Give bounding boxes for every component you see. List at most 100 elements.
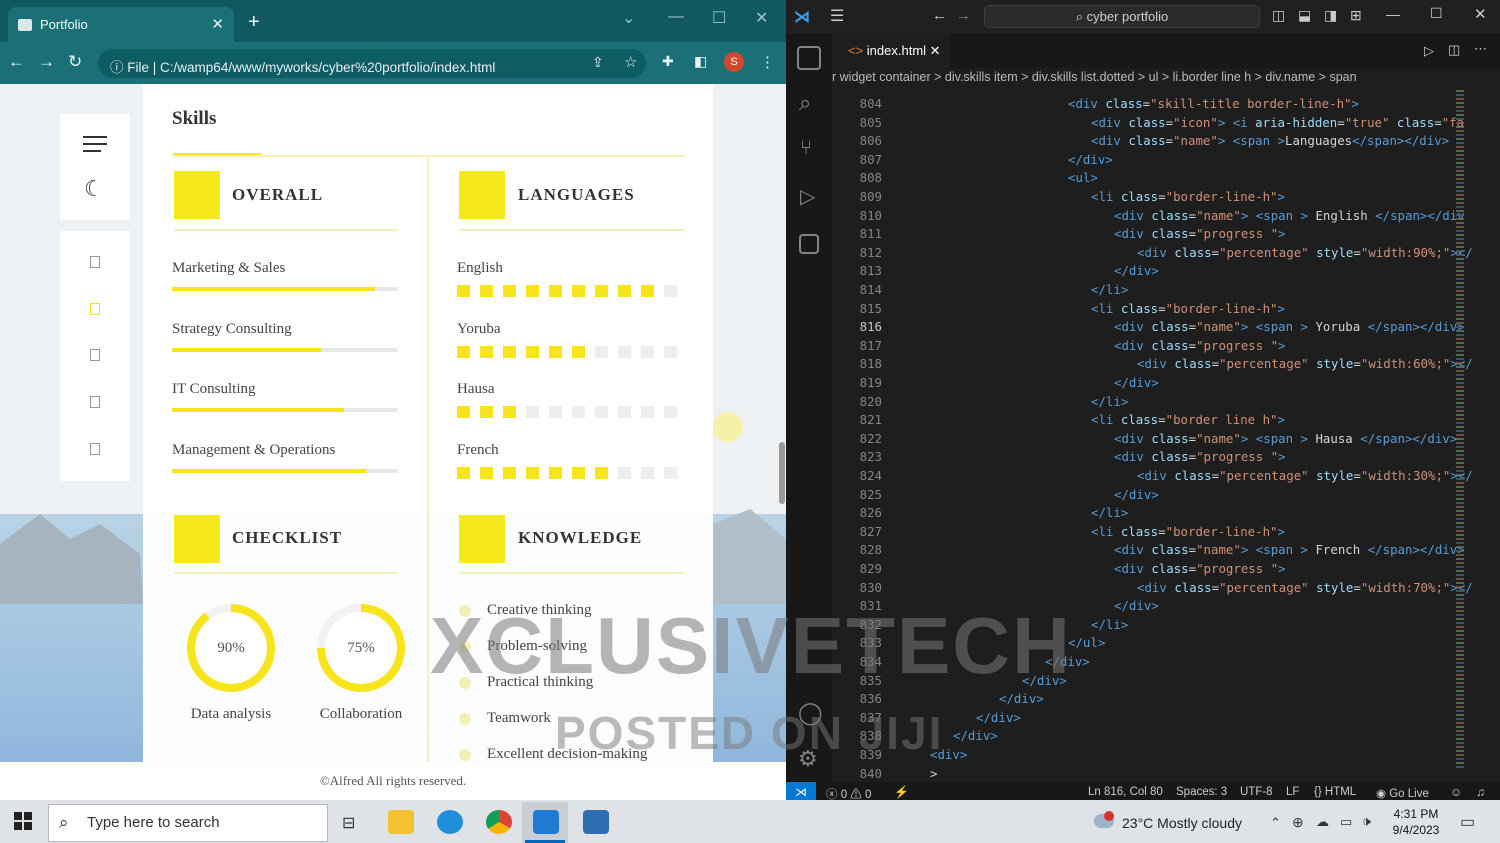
checklist-rings: 90% Data analysis 75% Collaboration — [176, 604, 416, 724]
browser-tab[interactable]: Portfolio ✕ — [8, 7, 234, 42]
vscode-icon[interactable] — [533, 810, 559, 834]
page-scrollbar[interactable] — [779, 442, 785, 504]
forward-icon[interactable]: → — [38, 52, 55, 72]
minimap-line — [1456, 678, 1464, 680]
forward-icon[interactable]: → — [956, 7, 971, 24]
language-dot — [641, 406, 654, 418]
toggle-sidebar-icon[interactable]: ◫ — [1272, 7, 1285, 24]
customize-layout-icon[interactable]: ⊞ — [1350, 7, 1362, 24]
new-tab-icon[interactable]: + — [248, 11, 260, 34]
tab-search-icon[interactable]: ⌄ — [622, 8, 635, 28]
code-token: "progress " — [1196, 226, 1279, 242]
toggle-secondary-sidebar-icon[interactable]: ◨ — [1324, 7, 1337, 24]
breadcrumbs[interactable]: r widget container > div.skills item > d… — [832, 70, 1500, 90]
encoding[interactable]: UTF-8 — [1240, 786, 1273, 798]
show-hidden-icons-chevron-icon[interactable]: ⌃ — [1270, 815, 1281, 831]
end-of-line[interactable]: LF — [1286, 786, 1299, 798]
minimap[interactable] — [1454, 90, 1498, 780]
side-panel-icon[interactable]: ◧ — [694, 53, 707, 70]
notifications-icon[interactable]: ▭ — [1460, 812, 1475, 832]
language-globe-icon[interactable]: ⊕ — [1292, 814, 1304, 831]
search-icon[interactable]: ⌕ — [799, 90, 811, 116]
go-live-button[interactable]: ◉ Go Live — [1376, 786, 1429, 800]
nav-portfolio-icon[interactable] — [90, 396, 100, 408]
maximize-icon[interactable]: ☐ — [712, 8, 726, 28]
skill-row: IT Consulting — [172, 381, 398, 442]
share-icon[interactable]: ⇪ — [592, 54, 604, 71]
minimap-line — [1456, 234, 1464, 236]
minimap-line — [1456, 458, 1464, 460]
close-window-icon[interactable]: ✕ — [755, 8, 768, 28]
chrome-icon[interactable] — [486, 810, 512, 834]
code-token: class — [1120, 300, 1159, 316]
minimize-icon[interactable]: — — [668, 8, 684, 26]
taskbar-clock[interactable]: 4:31 PM 9/4/2023 — [1388, 806, 1444, 838]
line-number: 826 — [859, 505, 882, 521]
code-token: > — [1278, 337, 1286, 353]
nav-skills-icon[interactable] — [90, 303, 100, 315]
task-view-icon[interactable]: ⊟ — [342, 813, 355, 833]
nav-home-icon[interactable] — [90, 256, 100, 268]
code-line: <div class="progress "> — [1114, 338, 1286, 353]
source-control-icon[interactable]: ⑂ — [800, 137, 812, 160]
toggle-panel-icon[interactable]: ⬓ — [1298, 7, 1311, 24]
code-line: </div> — [1114, 487, 1159, 502]
nav-experience-icon[interactable] — [90, 349, 100, 361]
onedrive-icon[interactable]: ☁ — [1316, 814, 1329, 830]
minimap-line — [1456, 310, 1464, 312]
explorer-icon[interactable] — [797, 46, 821, 70]
command-center-search[interactable]: ⌕ cyber portfolio — [984, 5, 1260, 28]
maximize-icon[interactable]: ☐ — [1430, 5, 1443, 22]
language-mode[interactable]: {} HTML — [1314, 786, 1356, 798]
sync-icon[interactable]: ⚡ — [894, 785, 909, 799]
split-editor-icon[interactable]: ◫ — [1448, 42, 1460, 58]
weather-temperature[interactable]: 23°C Mostly cloudy — [1122, 815, 1242, 831]
run-icon[interactable]: ▷ — [1424, 43, 1434, 59]
close-tab-icon[interactable]: ✕ — [211, 15, 224, 33]
reload-icon[interactable]: ↻ — [68, 52, 82, 72]
remote-indicator[interactable]: ⋊ — [786, 782, 816, 800]
feedback-icon[interactable]: ☺ — [1450, 785, 1462, 799]
taskbar-search-box[interactable]: ⌕ Type here to search — [48, 804, 328, 842]
info-icon: ⓘ — [110, 60, 124, 75]
dark-mode-moon-icon[interactable]: ☾ — [84, 176, 104, 202]
minimap-line — [1456, 618, 1464, 620]
more-actions-icon[interactable]: ⋯ — [1474, 41, 1487, 57]
minimize-icon[interactable]: — — [1386, 6, 1400, 22]
minimap-line — [1456, 150, 1464, 152]
file-explorer-icon[interactable] — [388, 810, 414, 834]
photos-icon[interactable] — [583, 810, 609, 834]
profile-avatar[interactable]: S — [724, 52, 744, 72]
close-window-icon[interactable]: ✕ — [1474, 5, 1487, 23]
code-token: > <span > — [1240, 207, 1316, 223]
editor-tab-index-html[interactable]: <> index.html ✕ — [832, 34, 950, 68]
menu-icon[interactable]: ☰ — [830, 6, 844, 26]
extensions-icon[interactable] — [799, 234, 819, 254]
minimap-line — [1456, 326, 1464, 328]
code-token: = — [1188, 449, 1197, 465]
nav-contact-icon[interactable] — [90, 443, 100, 455]
minimap-line — [1456, 226, 1464, 228]
run-debug-icon[interactable]: ▷ — [800, 184, 815, 209]
minimap-line — [1456, 586, 1464, 588]
indentation[interactable]: Spaces: 3 — [1176, 786, 1227, 798]
extensions-icon[interactable]: ✚ — [662, 53, 674, 70]
bookmark-star-icon[interactable]: ☆ — [624, 53, 637, 71]
cursor-position[interactable]: Ln 816, Col 80 — [1088, 786, 1163, 798]
windows-start-icon[interactable] — [14, 812, 32, 830]
language-dot — [480, 406, 493, 418]
volume-icon[interactable]: 🕩 — [1362, 813, 1371, 830]
network-icon[interactable]: ▭ — [1340, 814, 1352, 830]
minimap-line — [1456, 366, 1464, 368]
notifications-bell-icon[interactable]: ♫ — [1476, 785, 1485, 799]
code-token: <ul> — [1068, 170, 1098, 186]
back-icon[interactable]: ← — [932, 7, 947, 24]
menu-kebab-icon[interactable]: ⋮ — [760, 53, 775, 71]
menu-icon[interactable] — [83, 136, 107, 138]
close-tab-icon[interactable]: ✕ — [930, 43, 941, 58]
back-icon[interactable]: ← — [8, 52, 25, 72]
minimap-line — [1456, 662, 1464, 664]
code-token: > — [930, 765, 938, 781]
problems-indicator[interactable]: ⓧ 0 ⚠ 0 — [826, 786, 871, 800]
edge-icon[interactable] — [437, 810, 463, 834]
